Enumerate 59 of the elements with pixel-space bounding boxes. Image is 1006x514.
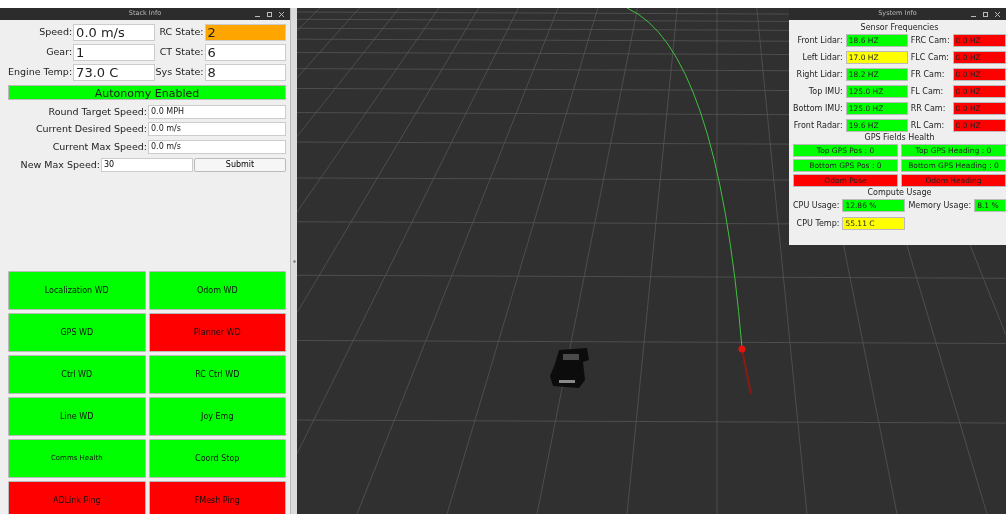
- status-button[interactable]: Joy Emg: [148, 397, 286, 436]
- sensor-label: Front Lidar:: [796, 34, 843, 47]
- compute-label: CPU Temp:: [795, 217, 840, 230]
- sensor-label: Left Lidar:: [801, 51, 843, 64]
- value-field: 8: [204, 64, 286, 81]
- value-field: 6: [204, 44, 286, 61]
- 3d-viewport[interactable]: [297, 8, 1006, 514]
- sensor-label: Top IMU:: [807, 85, 843, 98]
- value-field: 0.0 m/s: [73, 24, 155, 41]
- status-button[interactable]: Odom WD: [148, 271, 286, 310]
- field-label: Current Desired Speed:: [34, 122, 147, 137]
- value-field: 1: [73, 44, 155, 61]
- sensor-label: FLC Cam:: [910, 51, 950, 64]
- maximize-icon[interactable]: [983, 11, 988, 17]
- value-field: 0.0 m/s: [148, 122, 286, 137]
- section-heading: Compute Usage: [866, 187, 933, 199]
- field-label: Engine Temp:: [8, 65, 73, 80]
- status-button[interactable]: Ctrl WD: [8, 355, 146, 394]
- field-label: RC State:: [158, 25, 204, 40]
- status-button[interactable]: FMesh Ping: [148, 481, 286, 514]
- value-field: 73.0 C: [73, 64, 155, 81]
- submit-button[interactable]: Submit: [194, 157, 286, 172]
- field-label: Round Target Speed:: [47, 105, 147, 119]
- compute-label: Memory Usage:: [908, 199, 972, 212]
- max-speed-input[interactable]: 30: [101, 157, 193, 172]
- maximize-icon[interactable]: [267, 11, 272, 17]
- section-heading: GPS Fields Health: [863, 132, 936, 144]
- field-label: Sys State:: [155, 65, 204, 80]
- section-heading: Sensor Frequencies: [859, 22, 940, 34]
- status-button[interactable]: RC Ctrl WD: [148, 355, 286, 394]
- field-label: Current Max Speed:: [51, 139, 147, 154]
- sensor-label: RR Cam:: [910, 102, 947, 115]
- value-field: 0.0 MPH: [148, 105, 286, 120]
- sensor-label: Bottom IMU:: [793, 102, 843, 115]
- value-field: 0.0 m/s: [148, 139, 286, 154]
- field-label: New Max Speed:: [19, 157, 100, 172]
- sensor-label: Front Radar:: [793, 119, 843, 132]
- sensor-label: FL Cam:: [910, 85, 945, 98]
- sensor-label: RL Cam:: [910, 119, 946, 132]
- status-button[interactable]: Localization WD: [8, 271, 146, 310]
- autonomy-status-banner: Autonomy Enabled: [8, 85, 286, 100]
- status-button[interactable]: Planner WD: [148, 313, 286, 352]
- close-icon[interactable]: [995, 11, 1000, 17]
- sensor-label: FR Cam:: [910, 68, 946, 81]
- vehicle-drawing: [550, 348, 589, 388]
- sensor-label: Right Lidar:: [795, 68, 843, 81]
- status-button[interactable]: Line WD: [8, 397, 146, 436]
- sensor-label: FRC Cam:: [910, 34, 950, 47]
- goal-marker-drawing: [738, 345, 752, 395]
- status-button[interactable]: Coord Stop: [148, 439, 286, 478]
- status-button[interactable]: GPS WD: [8, 313, 146, 352]
- value-field: 2: [204, 24, 286, 41]
- field-label: Speed:: [38, 25, 73, 40]
- field-label: CT State:: [158, 45, 204, 60]
- compute-label: CPU Usage:: [793, 199, 840, 212]
- field-label: Gear:: [45, 45, 73, 60]
- status-button[interactable]: ADLink Ping: [8, 481, 146, 514]
- close-icon[interactable]: [279, 11, 284, 17]
- grip-icon: [292, 259, 296, 263]
